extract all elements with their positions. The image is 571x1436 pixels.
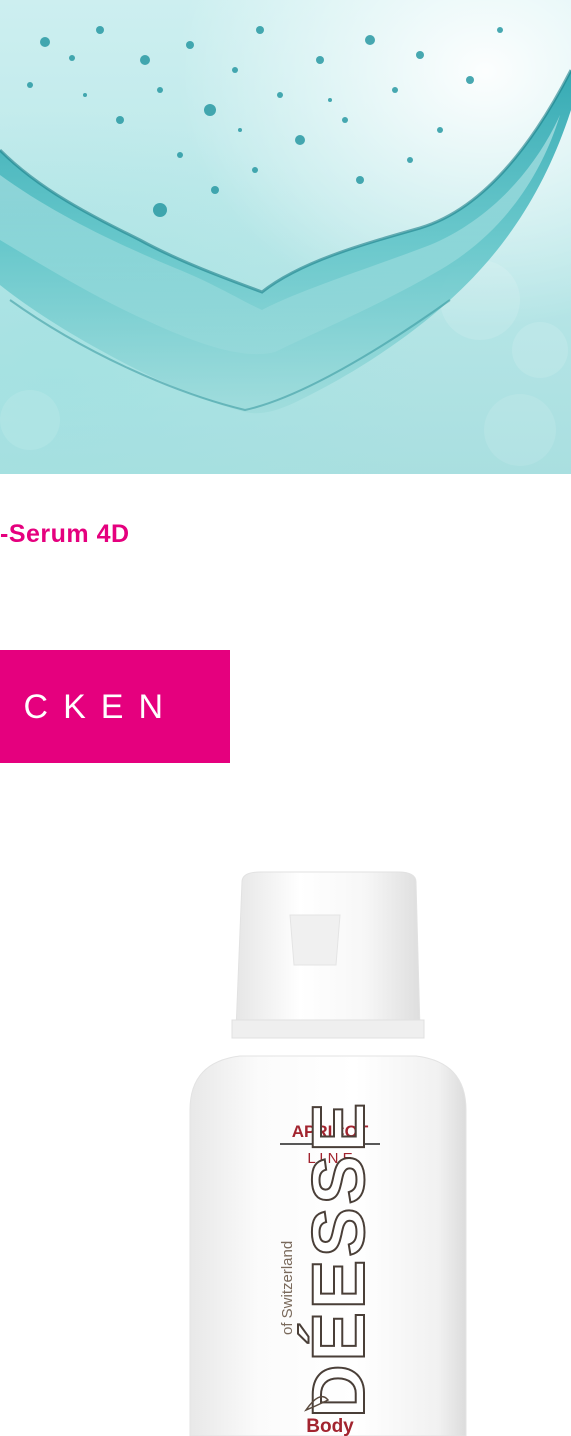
bottle-label-body: Body [306,1416,354,1436]
product-title: -Serum 4D [0,520,130,548]
bottle-brand-name: DÉESSE [297,1100,380,1418]
bottle-brand-subtitle: of Switzerland [279,1241,296,1335]
cta-button-label: CKEN [23,687,178,726]
hero-water-image [0,0,571,474]
product-bottle-image: APRICOT L I N E of Switzerland DÉESSE Bo… [180,870,470,1436]
cta-button[interactable]: CKEN [0,650,230,763]
